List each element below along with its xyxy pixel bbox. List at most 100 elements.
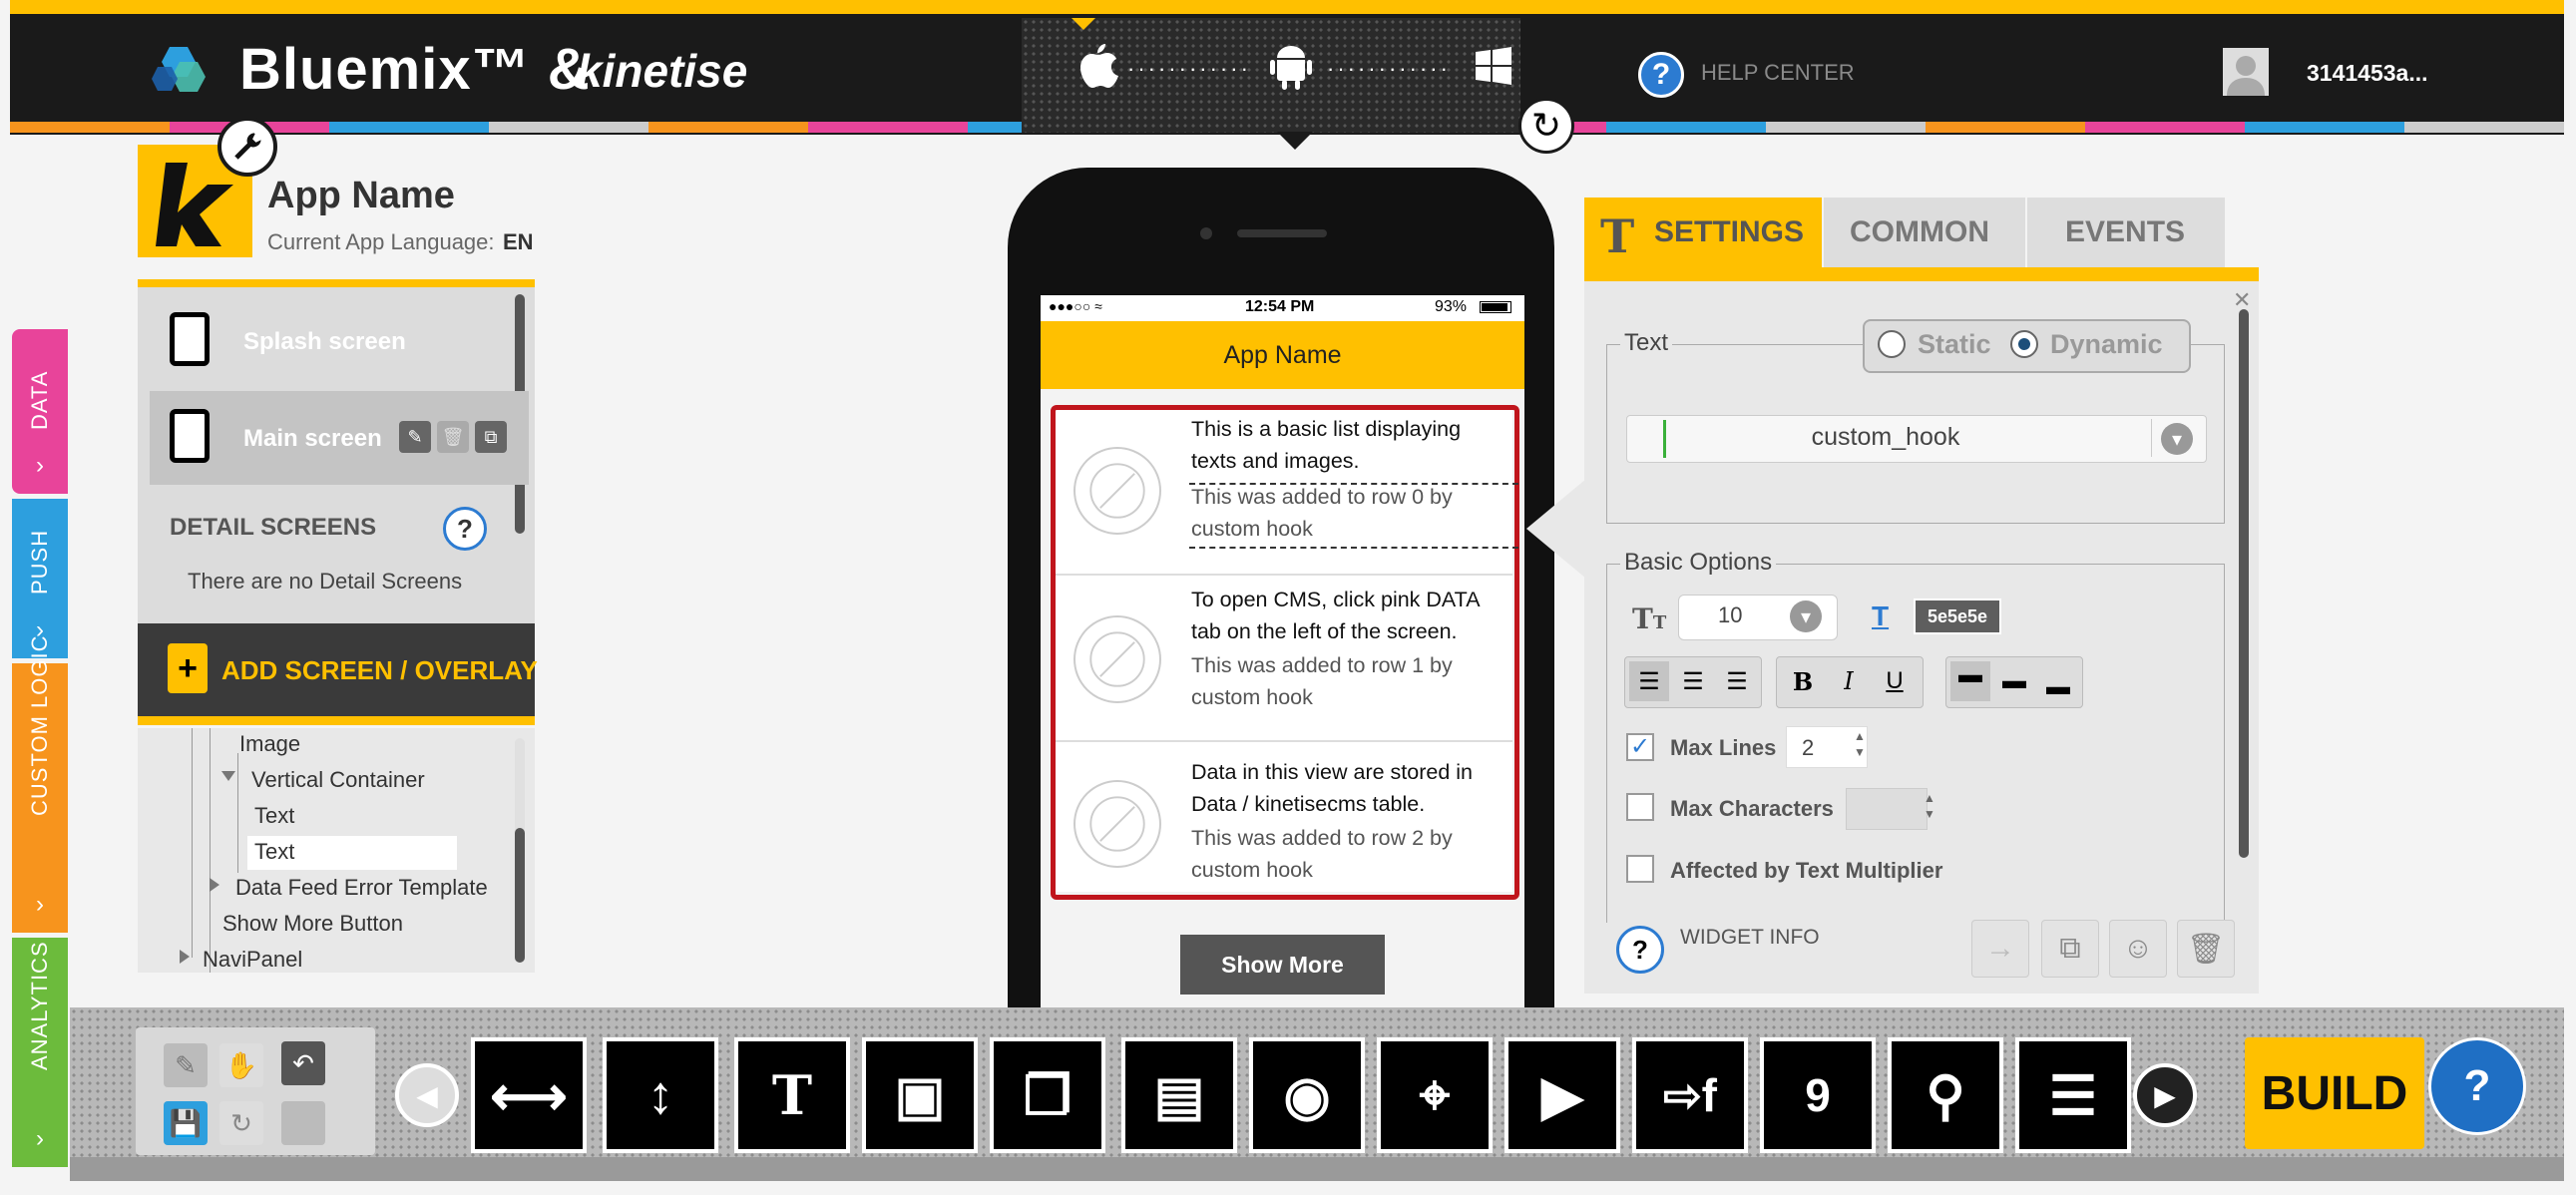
panel-scrollbar[interactable] — [2239, 309, 2249, 858]
scroll-right-icon[interactable]: ▶ — [2133, 1063, 2197, 1127]
hook-select-value: custom_hook — [1811, 423, 1960, 451]
text-color-icon: T — [1872, 600, 1890, 631]
tab-data[interactable]: DATA › — [12, 329, 68, 494]
video-widget-icon[interactable]: ◉ — [1249, 1037, 1365, 1153]
show-more-button[interactable]: Show More — [1180, 935, 1385, 995]
max-characters-input[interactable] — [1846, 788, 1928, 830]
redo-icon[interactable]: ↻ — [219, 1101, 263, 1145]
chevron-down-icon[interactable]: ▾ — [1790, 600, 1822, 632]
clone-icon[interactable]: ☺ — [2109, 920, 2167, 978]
dynamic-radio[interactable] — [2010, 330, 2038, 358]
selected-text-outline[interactable] — [1189, 483, 1518, 549]
static-radio[interactable] — [1878, 330, 1906, 358]
color-strip-segment — [10, 122, 170, 133]
play-widget-icon[interactable]: ▶ — [1504, 1037, 1620, 1153]
font-size-value: 10 — [1718, 602, 1743, 627]
trash-icon[interactable]: 🗑 — [2177, 920, 2235, 978]
search-widget-icon[interactable]: ⚲ — [1888, 1037, 2003, 1153]
tab-analytics-label: ANALYTICS — [27, 941, 52, 1070]
vertical-container-icon[interactable]: ↕ — [603, 1037, 718, 1153]
hand-icon[interactable]: ✋ — [219, 1043, 263, 1087]
text-multiplier-checkbox[interactable] — [1626, 855, 1654, 883]
copy-icon[interactable]: ⧉ — [2041, 920, 2099, 978]
tree-item[interactable]: Show More Button — [222, 911, 403, 937]
align-left-icon[interactable]: ☰ — [1629, 661, 1669, 701]
tab-analytics[interactable]: ANALYTICS › — [12, 938, 68, 1167]
avatar[interactable] — [2223, 48, 2269, 96]
list-widget-icon[interactable]: ❐ — [990, 1037, 1105, 1153]
refresh-icon[interactable]: ↻ — [1518, 98, 1574, 154]
user-id[interactable]: 3141453a... — [2307, 60, 2428, 87]
wrench-icon[interactable] — [217, 117, 277, 177]
max-characters-checkbox[interactable] — [1626, 793, 1654, 821]
tree-item[interactable]: Vertical Container — [251, 767, 425, 793]
max-characters-label: Max Characters — [1670, 796, 1834, 821]
valign-top-icon[interactable]: ▬ — [1950, 661, 1990, 701]
scroll-left-icon[interactable]: ◀ — [395, 1063, 459, 1127]
screen-item-main[interactable]: Main screen ✎ 🗑 ⧉ — [150, 391, 529, 485]
trash-icon[interactable]: 🗑 — [437, 421, 469, 453]
apple-icon[interactable] — [1075, 40, 1119, 90]
calendar-widget-icon[interactable]: 9 — [1760, 1037, 1876, 1153]
screen-item-splash[interactable]: Splash screen — [150, 294, 529, 388]
stepper-icon[interactable]: ▲ ▼ — [1924, 790, 1935, 822]
horizontal-container-icon[interactable]: ⟷ — [471, 1037, 587, 1153]
caret-right-icon[interactable] — [180, 950, 190, 964]
tree-item[interactable]: Text — [254, 803, 294, 829]
text-widget-icon[interactable]: T — [734, 1037, 850, 1153]
widget-info-label[interactable]: WIDGET INFO — [1680, 926, 1820, 950]
platform-dots: ············ — [1327, 56, 1451, 81]
bold-icon[interactable]: B — [1783, 661, 1823, 701]
tab-events[interactable]: EVENTS — [2027, 198, 2225, 267]
chat-help-icon[interactable]: ? — [2428, 1037, 2526, 1135]
color-strip-segment — [2245, 122, 2404, 133]
valign-middle-icon[interactable]: ▬ — [1994, 661, 2034, 701]
caret-right-icon[interactable] — [210, 878, 219, 892]
build-button[interactable]: BUILD — [2245, 1037, 2424, 1149]
text-legend: Text — [1620, 329, 1673, 357]
app-language-value[interactable]: EN — [503, 229, 534, 255]
tree-scrollbar[interactable] — [515, 828, 525, 963]
tree-item[interactable]: Text — [254, 839, 294, 865]
facebook-share-icon[interactable]: ⇨f — [1632, 1037, 1748, 1153]
gallery-widget-icon[interactable]: ▤ — [1121, 1037, 1237, 1153]
align-center-icon[interactable]: ☰ — [1673, 661, 1713, 701]
dynamic-label[interactable]: Dynamic — [2050, 329, 2163, 360]
detail-screens-help-icon[interactable]: ? — [443, 507, 487, 551]
underline-icon[interactable]: U — [1875, 661, 1915, 701]
stepper-icon[interactable]: ▲ ▼ — [1854, 728, 1866, 760]
tree-item[interactable]: Image — [239, 731, 300, 757]
clone-icon[interactable]: ⧉ — [475, 421, 507, 453]
edit-icon[interactable]: ✎ — [399, 421, 431, 453]
align-right-icon[interactable]: ☰ — [1717, 661, 1757, 701]
max-lines-checkbox[interactable]: ✓ — [1626, 733, 1654, 761]
tree-line — [192, 728, 194, 958]
image-widget-icon[interactable]: ▣ — [862, 1037, 978, 1153]
caret-down-icon[interactable] — [221, 771, 235, 781]
android-icon[interactable] — [1269, 42, 1313, 92]
help-center-link[interactable]: HELP CENTER — [1701, 60, 1855, 86]
save-icon[interactable]: 💾 — [164, 1101, 208, 1145]
select-divider — [2151, 419, 2152, 457]
text-color-swatch[interactable]: 5e5e5e — [1914, 598, 2001, 634]
tree-item[interactable]: NaviPanel — [203, 947, 302, 973]
windows-icon[interactable] — [1472, 44, 1515, 88]
widget-info-help-icon[interactable]: ? — [1616, 926, 1664, 974]
pencil-icon[interactable]: ✎ — [164, 1043, 208, 1087]
tab-common[interactable]: COMMON — [1824, 198, 2025, 267]
color-strip-segment — [1926, 122, 2085, 133]
help-center-icon[interactable]: ? — [1638, 52, 1684, 98]
max-lines-value: 2 — [1802, 735, 1815, 760]
valign-bottom-icon[interactable]: ▬ — [2038, 661, 2078, 701]
tab-settings[interactable]: T SETTINGS — [1584, 198, 1822, 267]
undo-icon[interactable]: ↶ — [281, 1041, 325, 1085]
chevron-down-icon[interactable]: ▾ — [2161, 423, 2193, 455]
static-label[interactable]: Static — [1918, 329, 1991, 360]
map-widget-icon[interactable]: ⌖ — [1377, 1037, 1493, 1153]
move-icon[interactable]: → — [1971, 920, 2029, 978]
italic-icon[interactable]: I — [1829, 661, 1869, 701]
tab-custom-logic[interactable]: CUSTOM LOGIC › — [12, 634, 68, 933]
menu-widget-icon[interactable]: ☰ — [2015, 1037, 2131, 1153]
tree-item[interactable]: Data Feed Error Template — [235, 875, 488, 901]
panel-pointer — [1526, 479, 1586, 579]
